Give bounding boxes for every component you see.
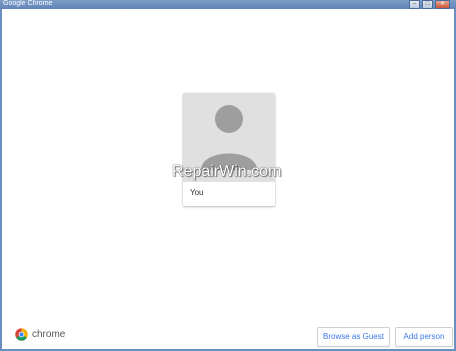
maximize-button[interactable]: □ xyxy=(422,0,433,9)
minimize-button[interactable]: – xyxy=(409,0,420,9)
brand-text: chrome xyxy=(32,329,66,340)
profile-card-footer: You xyxy=(183,182,275,206)
window-title: Google Chrome xyxy=(3,0,53,7)
window-frame-left xyxy=(0,9,2,351)
chrome-brand: chrome xyxy=(15,328,65,341)
profile-name: You xyxy=(190,188,204,197)
chrome-logo-icon xyxy=(15,328,28,341)
window-titlebar: Google Chrome – □ ✕ xyxy=(0,0,456,9)
profile-card-you[interactable]: You xyxy=(183,93,275,206)
browse-as-guest-button[interactable]: Browse as Guest xyxy=(317,327,390,347)
close-button[interactable]: ✕ xyxy=(435,0,450,9)
add-person-button[interactable]: Add person xyxy=(395,327,453,347)
watermark: RepairWin.com xyxy=(172,163,282,180)
window-controls: – □ ✕ xyxy=(409,0,450,9)
